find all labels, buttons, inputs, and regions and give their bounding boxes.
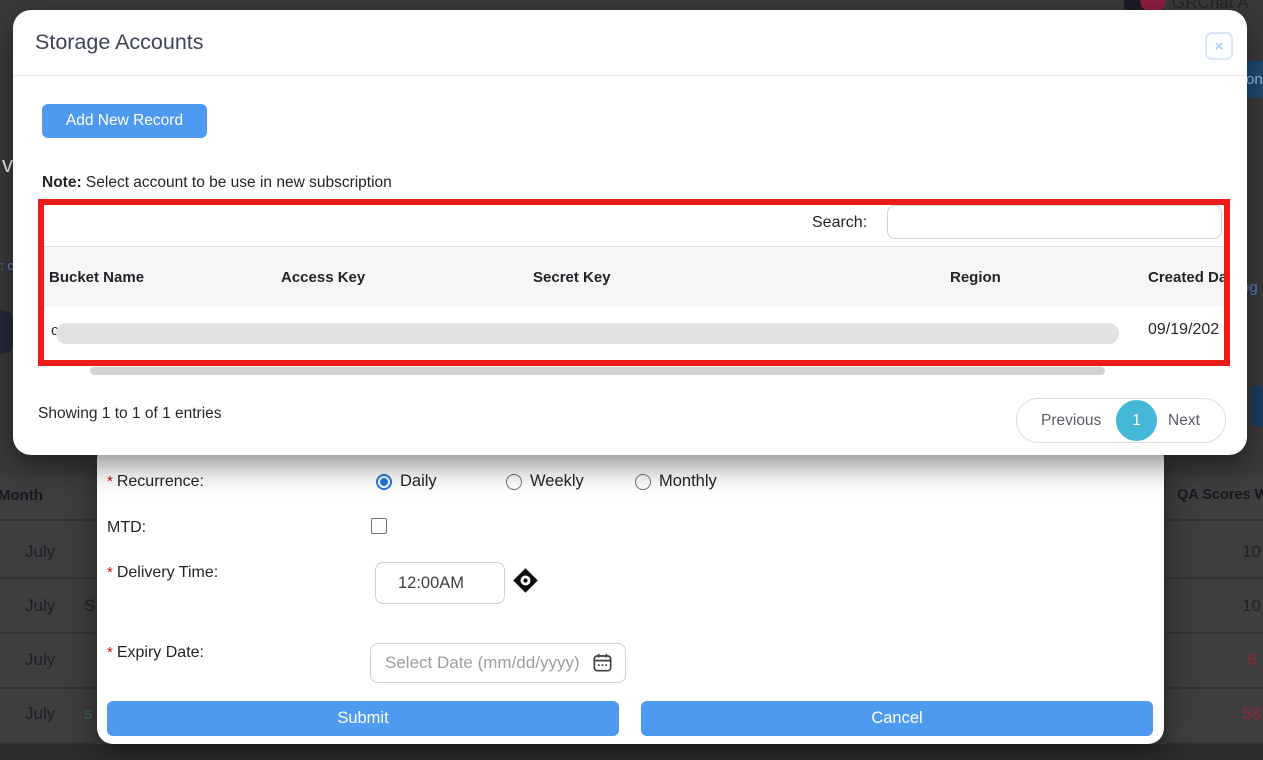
modal-title: Storage Accounts	[35, 30, 204, 55]
row-divider	[1167, 632, 1263, 634]
expiry-date-input[interactable]	[370, 643, 626, 683]
table-row: July	[25, 650, 55, 670]
radio-label: Weekly	[530, 472, 584, 491]
note-text: Note: Select account to be use in new su…	[42, 174, 392, 192]
header-divider	[13, 75, 1247, 76]
delivery-time-label: *Delivery Time:	[107, 564, 218, 582]
screen: GRChat A ve : c on og Month July July S …	[0, 0, 1263, 760]
recurrence-radio-monthly[interactable]: Monthly	[635, 472, 717, 491]
background-table-right: QA Scores W 10 10 6 58	[1167, 475, 1263, 744]
note-label: Note:	[42, 174, 82, 191]
qa-score-value: 58	[1242, 704, 1261, 724]
column-header-bucket-name[interactable]: Bucket Name	[49, 269, 144, 286]
qa-score-value: 10	[1242, 596, 1261, 616]
storage-account-row[interactable]: c 09/19/202	[44, 306, 1224, 360]
table-cell-partial: s	[84, 704, 93, 724]
calendar-icon[interactable]	[592, 652, 613, 678]
required-asterisk: *	[107, 644, 113, 661]
cancel-button[interactable]: Cancel	[641, 701, 1153, 736]
pagination: Previous 1 Next	[1016, 398, 1226, 443]
required-asterisk: *	[107, 564, 113, 581]
row-divider	[0, 632, 96, 634]
radio-icon	[506, 474, 522, 490]
radio-icon	[376, 474, 392, 490]
background-navy-box	[1251, 386, 1263, 426]
redacted-cell-overlay	[56, 323, 1119, 344]
required-asterisk: *	[107, 473, 113, 490]
recurrence-radio-weekly[interactable]: Weekly	[506, 472, 584, 491]
pagination-page-1[interactable]: 1	[1116, 400, 1157, 441]
subscription-form-modal: *Recurrence: Daily Weekly Monthly MTD: *…	[97, 443, 1164, 744]
qa-scores-column-header: QA Scores W	[1177, 487, 1263, 503]
entries-info: Showing 1 to 1 of 1 entries	[38, 405, 222, 423]
expiry-date-label: *Expiry Date:	[107, 644, 204, 662]
table-row: July	[25, 704, 55, 724]
row-divider	[1167, 577, 1263, 579]
mtd-checkbox[interactable]	[371, 518, 387, 534]
table-row: July	[25, 542, 55, 562]
page-number: 1	[1132, 412, 1141, 430]
search-input[interactable]	[887, 205, 1222, 239]
background-small-fragment: : c	[0, 258, 14, 273]
table-row: July	[25, 596, 55, 616]
submit-button[interactable]: Submit	[107, 701, 619, 736]
row-divider	[0, 519, 96, 521]
created-date-cell: 09/19/202	[1148, 321, 1219, 339]
pagination-previous[interactable]: Previous	[1041, 399, 1101, 442]
qa-score-value: 10	[1242, 542, 1261, 562]
column-header-created-date[interactable]: Created Da	[1148, 269, 1227, 286]
time-picker-icon[interactable]	[512, 567, 539, 599]
background-bottom-strip	[0, 744, 1263, 760]
close-icon[interactable]: ×	[1205, 32, 1233, 60]
radio-icon	[635, 474, 651, 490]
background-action-button-label: on	[1246, 71, 1263, 88]
table-header-row: Bucket Name Access Key Secret Key Region…	[44, 246, 1224, 308]
column-header-region[interactable]: Region	[950, 269, 1001, 286]
table-cell-partial: S	[84, 596, 95, 616]
row-divider	[0, 577, 96, 579]
row-divider	[1167, 687, 1263, 689]
pagination-next[interactable]: Next	[1168, 399, 1200, 442]
mtd-label: MTD:	[107, 519, 146, 537]
recurrence-label: *Recurrence:	[107, 473, 204, 491]
close-glyph: ×	[1215, 38, 1224, 55]
row-divider	[0, 687, 96, 689]
radio-label: Monthly	[659, 472, 717, 491]
add-new-record-button[interactable]: Add New Record	[42, 104, 207, 138]
table-shadow	[90, 367, 1105, 375]
background-pill-fragment	[0, 310, 14, 354]
storage-accounts-modal: Storage Accounts × Add New Record Note: …	[13, 10, 1247, 455]
row-divider	[1167, 519, 1263, 521]
qa-score-value: 6	[1248, 650, 1257, 670]
month-column-header: Month	[0, 487, 43, 504]
storage-table-highlight: Search: Bucket Name Access Key Secret Ke…	[38, 199, 1230, 366]
search-label: Search:	[812, 214, 867, 232]
background-table-left: Month July July S July July s	[0, 475, 96, 744]
radio-label: Daily	[400, 472, 437, 491]
recurrence-radio-daily[interactable]: Daily	[376, 472, 437, 491]
column-header-secret-key[interactable]: Secret Key	[533, 269, 611, 286]
column-header-access-key[interactable]: Access Key	[281, 269, 365, 286]
delivery-time-input[interactable]	[375, 562, 505, 604]
